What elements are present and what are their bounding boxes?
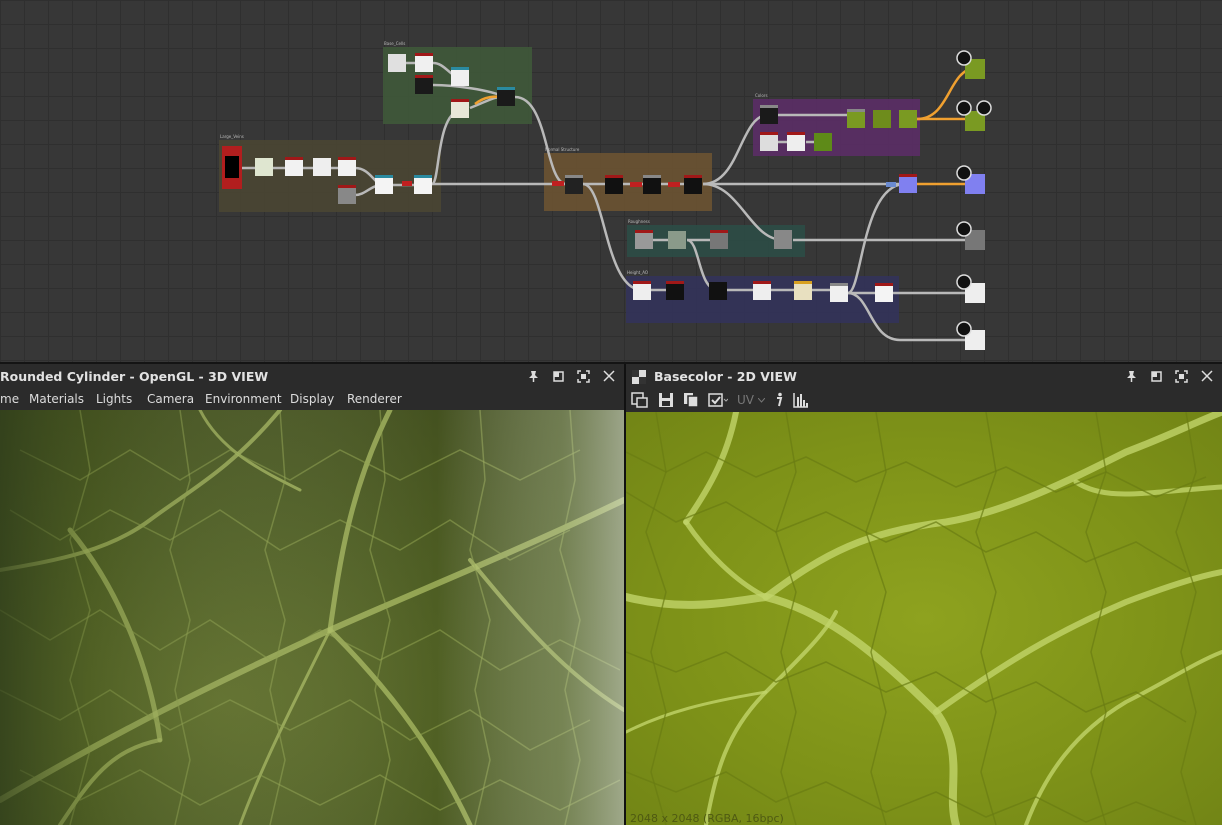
uv-label: UV: [737, 393, 754, 407]
output-nodes[interactable]: [956, 50, 992, 350]
graph-canvas: Base_Cells Large_Veins Normal Structure …: [219, 41, 992, 350]
view-3d-menubar: me Materials Lights Camera Environment D…: [0, 388, 624, 410]
frame-title-normal-structure: Normal Structure: [545, 147, 580, 152]
frame-title-large-veins: Large_Veins: [220, 134, 244, 139]
maximize-icon[interactable]: [576, 369, 591, 384]
frame-title-roughness: Roughness: [628, 219, 650, 224]
copy-icon[interactable]: [683, 391, 699, 409]
pin-icon[interactable]: [526, 369, 541, 384]
close-icon[interactable]: [1199, 369, 1214, 384]
frame-title-colors: Colors: [755, 93, 768, 98]
chevron-down-icon: [758, 397, 765, 403]
export-icon[interactable]: [631, 391, 649, 409]
checker-icon: [632, 369, 646, 384]
menu-renderer[interactable]: Renderer: [347, 392, 402, 406]
view-2d-toolbar: UV: [626, 388, 1222, 412]
leaf-render-3d: [0, 410, 624, 825]
view-2d-viewport[interactable]: 2048 x 2048 (RGBA, 16bpc): [626, 412, 1222, 825]
menu-camera[interactable]: Camera: [147, 392, 194, 406]
view-2d-titlebar: Basecolor - 2D VIEW: [626, 364, 1222, 388]
frame-title-height-ao: Height_AO: [627, 270, 648, 275]
pin-icon[interactable]: [1124, 369, 1139, 384]
view-3d-title: Rounded Cylinder - OpenGL - 3D VIEW: [0, 368, 269, 384]
frame-title-base-cells: Base_Cells: [384, 41, 405, 46]
frame-colors[interactable]: Colors: [753, 93, 920, 156]
view-2d-title: Basecolor - 2D VIEW: [654, 368, 797, 384]
node-graph[interactable]: Base_Cells Large_Veins Normal Structure …: [0, 0, 1222, 362]
save-icon[interactable]: [658, 391, 674, 409]
basecolor-texture: [626, 412, 1222, 825]
refresh-icon[interactable]: [708, 391, 728, 409]
restore-icon[interactable]: [1149, 369, 1164, 384]
view-3d-panel: Rounded Cylinder - OpenGL - 3D VIEW me M…: [0, 364, 624, 825]
view-3d-titlebar: Rounded Cylinder - OpenGL - 3D VIEW: [0, 364, 624, 388]
app-root: Base_Cells Large_Veins Normal Structure …: [0, 0, 1222, 825]
texture-info-status: 2048 x 2048 (RGBA, 16bpc): [630, 812, 784, 825]
close-icon[interactable]: [601, 369, 616, 384]
uv-dropdown[interactable]: UV: [737, 391, 765, 409]
restore-icon[interactable]: [551, 369, 566, 384]
view-3d-viewport[interactable]: [0, 410, 624, 825]
histogram-icon[interactable]: [793, 391, 809, 409]
menu-materials[interactable]: Materials: [29, 392, 84, 406]
info-icon[interactable]: [774, 391, 784, 409]
menu-lights[interactable]: Lights: [96, 392, 132, 406]
menu-display[interactable]: Display: [290, 392, 334, 406]
maximize-icon[interactable]: [1174, 369, 1189, 384]
view-2d-panel: Basecolor - 2D VIEW UV 2048 x 2048 (RGBA…: [626, 364, 1222, 825]
menu-environment[interactable]: Environment: [205, 392, 282, 406]
menu-scene[interactable]: me: [0, 392, 19, 406]
